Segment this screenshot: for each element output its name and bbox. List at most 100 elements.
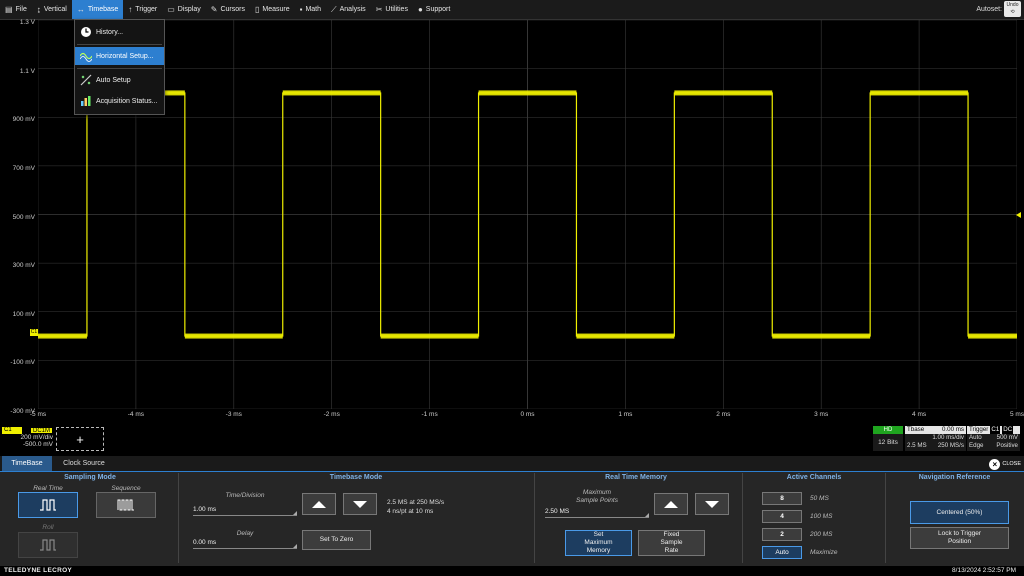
- trace-plateau: [870, 90, 969, 96]
- menu-utilities[interactable]: ✂ Utilities: [371, 0, 413, 19]
- menu-analysis[interactable]: ⟋ Analysis: [326, 0, 371, 19]
- lock-line2: Position: [947, 538, 972, 545]
- active-channels-auto-button[interactable]: Auto: [762, 546, 802, 559]
- max-points-line1: Maximum: [582, 489, 612, 496]
- tbase-samples: 2.5 MS: [907, 442, 927, 449]
- set-maximum-memory-button[interactable]: Set Maximum Memory: [565, 530, 632, 556]
- tab-timebase[interactable]: TimeBase: [2, 456, 52, 471]
- c1-name: C1: [2, 427, 22, 434]
- realtime-mode-button[interactable]: [18, 492, 78, 518]
- menu-math[interactable]: ▪ Math: [295, 0, 326, 19]
- nav-ref-title: Navigation Reference: [918, 474, 991, 481]
- menu-file[interactable]: ▤ File: [0, 0, 32, 19]
- history-icon: [81, 27, 91, 37]
- delay-field[interactable]: 0.00 ms: [193, 538, 297, 549]
- c1-descriptor-header: C1 DC1M: [2, 427, 53, 434]
- centered-button[interactable]: Centered (50%): [910, 501, 1009, 524]
- max-points-label: Maximum Sample Points: [545, 489, 649, 505]
- sequence-mode-button[interactable]: [96, 492, 156, 518]
- down-arrow-icon: [705, 500, 719, 508]
- brand-logo: TELEDYNE LECROY: [4, 567, 73, 574]
- c1-offset: -500.0 mV: [23, 441, 53, 448]
- lock-text: Lock to Trigger Position: [938, 530, 981, 546]
- menu-timebase[interactable]: ↔ Timebase: [71, 0, 124, 19]
- menu-label: Analysis: [339, 6, 366, 13]
- x-tick-label: -2 ms: [323, 411, 340, 418]
- close-button[interactable]: × CLOSE: [989, 457, 1021, 471]
- timebase-descriptor[interactable]: Tbase 0.00 ms 1.00 ms/div 2.5 MS 250 MS/…: [905, 426, 966, 451]
- menu-bar: ▤ File ↨ Vertical ↔ Timebase ↑ Trigger ▭ Disp…: [0, 0, 1024, 20]
- y-tick-label: 100 mV: [12, 310, 35, 318]
- undo-icon: ⟲: [1010, 9, 1015, 15]
- file-icon: ▤: [5, 5, 13, 14]
- menu-item-auto-setup[interactable]: Auto Setup: [75, 71, 164, 89]
- menu-label: Math: [305, 6, 321, 13]
- menu-label: Utilities: [385, 6, 408, 13]
- x-tick-label: -3 ms: [225, 411, 242, 418]
- trigger-row1: Auto 500 mV: [967, 434, 1020, 442]
- y-tick-label: 700 mV: [12, 164, 35, 172]
- trace-plateau: [478, 90, 577, 96]
- trigger-descriptor[interactable]: Trigger C1 DC Auto 500 mV Edge Positive: [967, 426, 1020, 451]
- menu-trigger[interactable]: ↑ Trigger: [123, 0, 162, 19]
- trigger-header: Trigger C1 DC: [967, 426, 1020, 434]
- sampling-mode-title: Sampling Mode: [64, 474, 116, 481]
- time-div-increase-button[interactable]: [302, 493, 336, 515]
- trace-plateau: [576, 333, 675, 339]
- set-max-text: Set Maximum Memory: [584, 531, 612, 555]
- datetime: 8/13/2024 2:52:57 PM: [952, 567, 1016, 574]
- memory-decrease-button[interactable]: [695, 493, 729, 515]
- undo-button[interactable]: Undo ⟲: [1004, 1, 1021, 17]
- menu-item-history[interactable]: History...: [75, 23, 164, 41]
- close-label: CLOSE: [1002, 461, 1021, 467]
- menu-vertical[interactable]: ↨ Vertical: [32, 0, 72, 19]
- add-channel-button[interactable]: +: [56, 427, 104, 451]
- menu-item-label: Auto Setup: [96, 76, 131, 84]
- menu-display[interactable]: ▭ Display: [162, 0, 206, 19]
- trigger-icon: ↑: [128, 5, 133, 14]
- c1-descriptor[interactable]: C1 DC1M 200 mV/div -500.0 mV: [2, 427, 53, 451]
- lock-to-trigger-button[interactable]: Lock to Trigger Position: [910, 527, 1009, 549]
- hd-descriptor[interactable]: HD 12 Bits: [873, 426, 903, 451]
- trace-plateau: [38, 333, 87, 339]
- tab-clock-source[interactable]: Clock Source: [56, 456, 112, 471]
- x-tick-label: -4 ms: [127, 411, 145, 418]
- waveform-grid[interactable]: [38, 20, 1017, 409]
- roll-mode-button[interactable]: [18, 532, 78, 558]
- sample-info-line1: 2.5 MS at 250 MS/s: [387, 499, 445, 506]
- down-arrow-icon: [353, 500, 367, 508]
- active-channels-2-button[interactable]: 2: [762, 528, 802, 541]
- active-channels-4-button[interactable]: 4: [762, 510, 802, 523]
- trigger-mode: Auto: [969, 434, 982, 441]
- max-points-line2: Sample Points: [576, 497, 618, 504]
- roll-label: Roll: [42, 524, 54, 531]
- time-div-label: Time/Division: [225, 492, 265, 499]
- dialog-tabs: TimeBase Clock Source: [0, 456, 1024, 472]
- menu-measure[interactable]: ▯ Measure: [250, 0, 295, 19]
- max-points-field[interactable]: 2.50 MS: [545, 507, 649, 518]
- fixed-sample-rate-button[interactable]: Fixed Sample Rate: [638, 530, 705, 556]
- section-divider: [178, 473, 179, 563]
- menu-support[interactable]: ● Support: [413, 0, 455, 19]
- sequence-pulse-icon: [117, 499, 134, 511]
- auto-setup-icon: [80, 74, 92, 86]
- memory-increase-button[interactable]: [654, 493, 688, 515]
- undo-label: Undo: [1006, 2, 1019, 8]
- menu-item-acquisition-status[interactable]: Acquisition Status...: [75, 92, 164, 110]
- up-arrow-icon: [664, 500, 678, 508]
- menu-item-horizontal-setup[interactable]: Horizontal Setup...: [75, 47, 164, 65]
- realtime-label: Real Time: [33, 485, 63, 492]
- menu-item-label: History...: [96, 28, 124, 36]
- display-icon: ▭: [167, 5, 175, 14]
- time-div-field[interactable]: 1.00 ms: [193, 505, 297, 516]
- tbase-sampling: 2.5 MS 250 MS/s: [905, 442, 966, 450]
- trace-plateau: [674, 90, 773, 96]
- time-div-decrease-button[interactable]: [343, 493, 377, 515]
- support-icon: ●: [417, 5, 423, 14]
- y-tick-label: 900 mV: [12, 116, 35, 124]
- menu-cursors[interactable]: ✎ Cursors: [206, 0, 250, 19]
- active-channels-8-button[interactable]: 8: [762, 492, 802, 505]
- set-to-zero-button[interactable]: Set To Zero: [302, 530, 371, 550]
- autoset-label[interactable]: Autoset:: [976, 0, 1002, 19]
- y-tick-label: 500 mV: [12, 213, 35, 221]
